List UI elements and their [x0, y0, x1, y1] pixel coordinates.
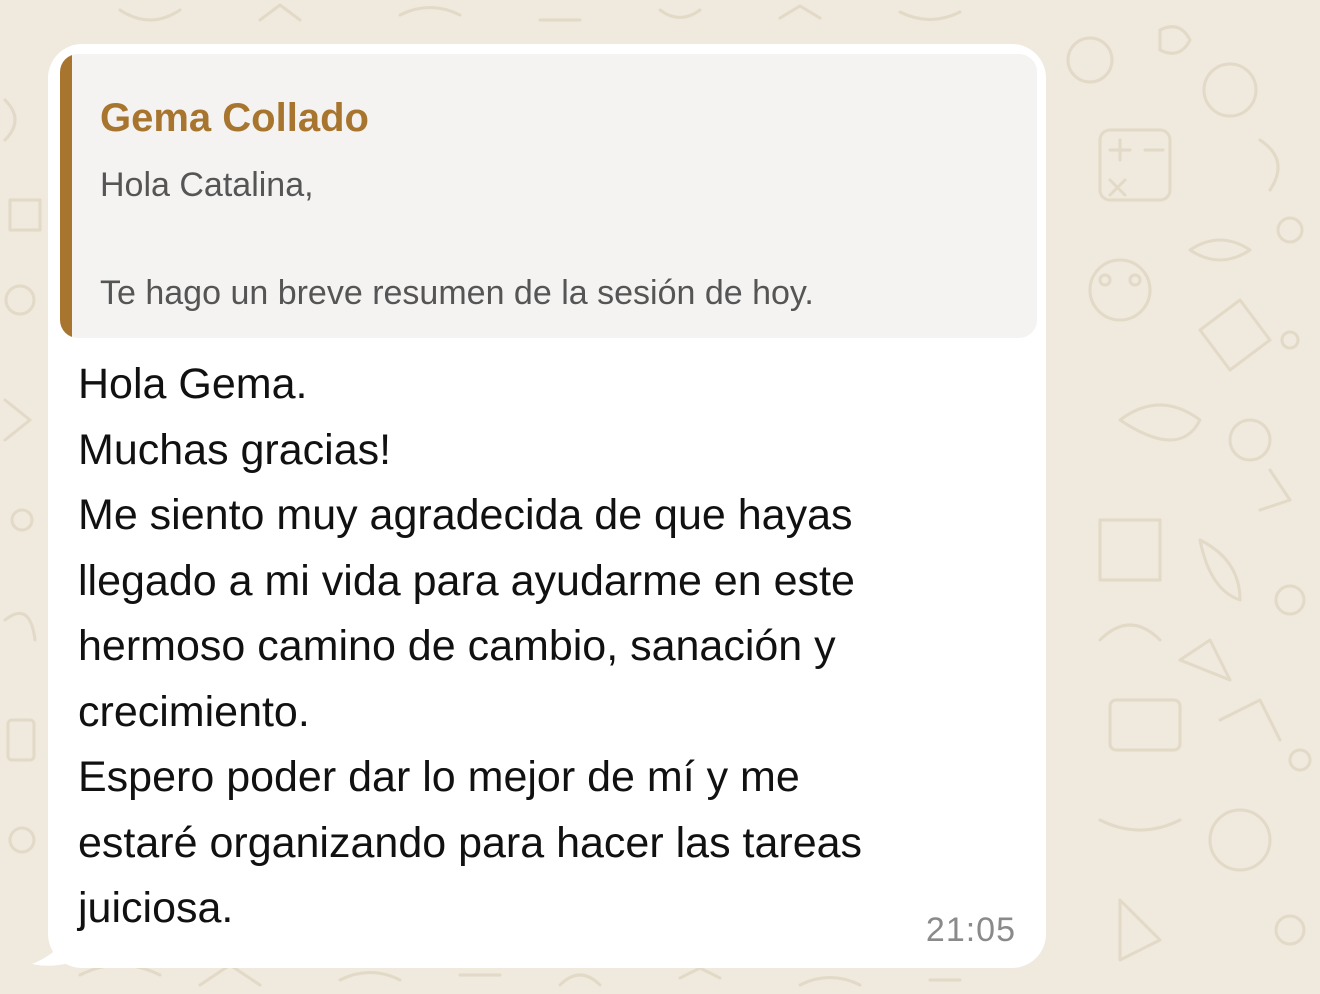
quoted-text-line: Hola Catalina,	[100, 166, 314, 204]
message-line: Muchas gracias!	[78, 425, 392, 474]
message-line: crecimiento.	[78, 687, 310, 736]
message-timestamp: 21:05	[925, 911, 1016, 949]
chat-background: Gema Collado Hola Catalina, Te hago un b…	[0, 0, 1320, 994]
quoted-text-line	[100, 212, 814, 266]
quoted-message[interactable]: Gema Collado Hola Catalina, Te hago un b…	[60, 54, 1037, 338]
message-bubble[interactable]: Gema Collado Hola Catalina, Te hago un b…	[48, 44, 1046, 968]
message-text: Hola Gema. Muchas gracias! Me siento muy…	[78, 352, 1018, 942]
message-line: juiciosa.	[78, 884, 234, 932]
quoted-text-line: Te hago un breve resumen de la sesión de…	[100, 274, 814, 312]
message-line: Me siento muy agradecida de que hayas	[78, 491, 853, 539]
quoted-author: Gema Collado	[100, 96, 369, 140]
message-line: Hola Gema.	[78, 360, 308, 408]
message-line: llegado a mi vida para ayudarme en este	[78, 556, 855, 605]
message-line: estaré organizando para hacer las tareas	[78, 818, 863, 867]
message-line: hermoso camino de cambio, sanación y	[78, 622, 836, 670]
quoted-text: Hola Catalina, Te hago un breve resumen …	[100, 158, 814, 320]
message-line: Espero poder dar lo mejor de mí y me	[78, 753, 800, 801]
quote-accent-bar	[60, 54, 72, 338]
